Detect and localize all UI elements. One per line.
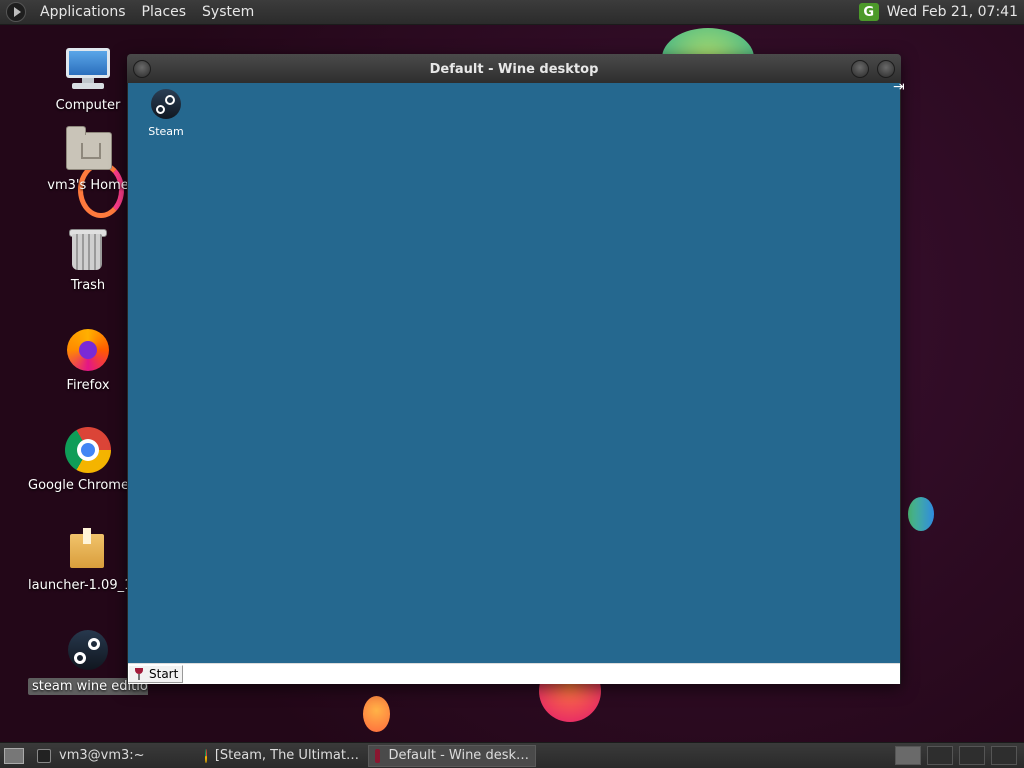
firefox-icon	[64, 326, 112, 374]
taskbar-item-label: vm3@vm3:~	[59, 748, 145, 763]
workspace-3[interactable]	[959, 746, 985, 765]
desktop-icon-launcher[interactable]: launcher-1.09_16	[28, 526, 128, 593]
desktop-icon-label: Google Chrome	[28, 478, 128, 493]
taskbar-item-label: Default - Wine desk…	[388, 748, 529, 763]
wine-taskbar: Start	[128, 663, 900, 684]
wine-start-button[interactable]: Start	[128, 665, 184, 683]
applications-menu[interactable]: Applications	[32, 4, 134, 20]
menu-logo-icon[interactable]	[6, 2, 26, 22]
workspace-4[interactable]	[991, 746, 1017, 765]
show-desktop-icon[interactable]	[4, 747, 24, 764]
workspace-1[interactable]	[895, 746, 921, 765]
clock[interactable]: Wed Feb 21, 07:41	[887, 4, 1018, 20]
window-title: Default - Wine desktop	[429, 62, 599, 77]
taskbar-item-terminal[interactable]: vm3@vm3:~	[30, 745, 196, 767]
tray-area: G Wed Feb 21, 07:41	[858, 3, 1024, 21]
resize-cursor-icon: ⇥	[893, 79, 905, 95]
workspace-2[interactable]	[927, 746, 953, 765]
computer-icon	[64, 46, 112, 94]
steam-icon	[151, 89, 181, 119]
package-icon	[64, 526, 112, 574]
decorative-bubble	[363, 696, 390, 732]
maximize-button[interactable]	[877, 60, 895, 78]
chrome-icon	[64, 426, 112, 474]
minimize-button[interactable]	[851, 60, 869, 78]
decorative-bubble	[908, 497, 934, 531]
places-menu[interactable]: Places	[134, 4, 195, 20]
taskbar-item-wine[interactable]: Default - Wine desk…	[368, 744, 536, 767]
wine-desktop-window[interactable]: Default - Wine desktop Steam Start	[127, 54, 901, 684]
start-label: Start	[149, 667, 179, 681]
wine-icon	[375, 748, 381, 763]
wine-glass-icon	[135, 668, 143, 680]
wine-desktop-icon-label: Steam	[148, 125, 184, 138]
steam-icon	[64, 626, 112, 674]
desktop-icon-label: launcher-1.09_16	[28, 578, 128, 593]
tray-app-icon[interactable]: G	[858, 3, 879, 21]
top-panel: Applications Places System G Wed Feb 21,…	[0, 0, 1024, 25]
desktop-icon-chrome[interactable]: Google Chrome	[28, 426, 128, 493]
taskbar-item-label: [Steam, The Ultimat…	[214, 748, 359, 763]
taskbar-item-chrome[interactable]: [Steam, The Ultimat…	[198, 745, 366, 767]
bottom-panel: vm3@vm3:~ [Steam, The Ultimat… Default -…	[0, 742, 1024, 768]
wine-desktop-area[interactable]: Steam	[128, 83, 900, 664]
home-folder-icon	[64, 126, 112, 174]
chrome-icon	[205, 748, 207, 763]
terminal-icon	[37, 748, 51, 763]
window-titlebar[interactable]: Default - Wine desktop	[127, 54, 901, 83]
system-menu[interactable]: System	[194, 4, 262, 20]
wine-desktop-icon-steam[interactable]: Steam	[144, 89, 188, 138]
trash-icon	[64, 226, 112, 274]
window-menu-button[interactable]	[133, 60, 151, 78]
